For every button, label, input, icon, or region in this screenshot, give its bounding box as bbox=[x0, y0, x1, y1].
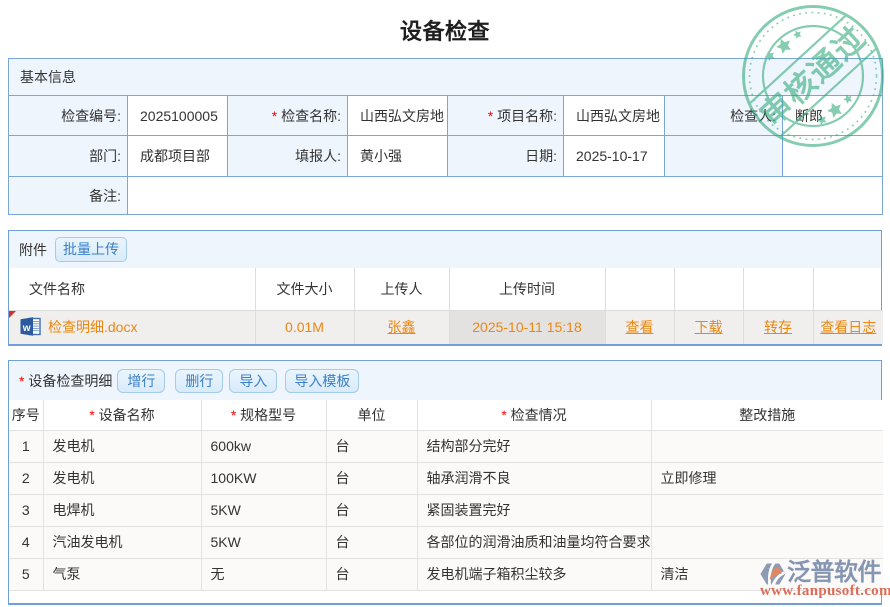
svg-text:审核通过: 审核通过 bbox=[754, 20, 873, 134]
svg-text:w: w bbox=[22, 323, 31, 334]
